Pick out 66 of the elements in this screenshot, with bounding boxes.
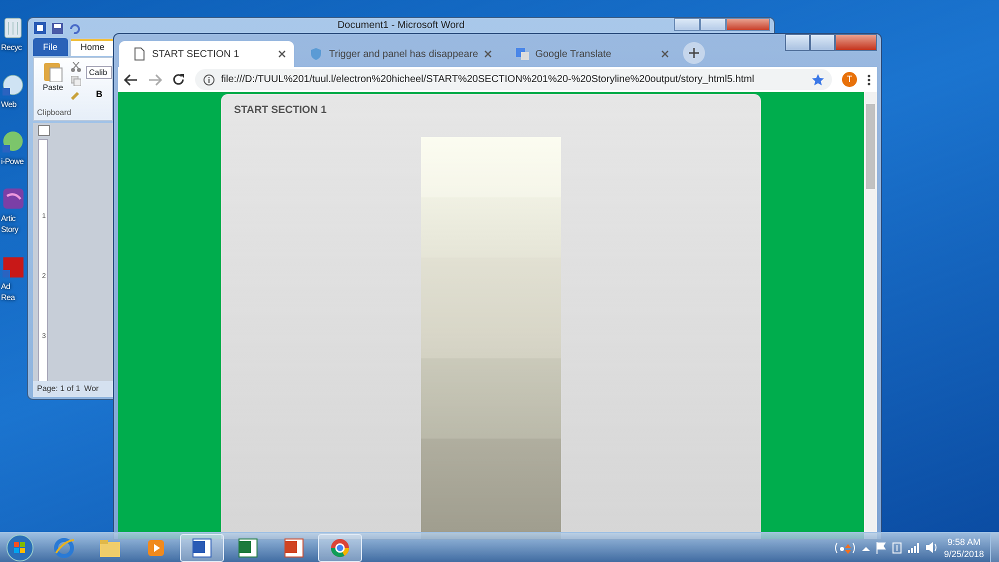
page-heading: START SECTION 1 (234, 103, 327, 118)
back-arrow-icon[interactable] (124, 74, 138, 86)
spreadsheet-icon (237, 536, 259, 558)
icon-label: Rea (1, 292, 15, 303)
icon-label: Web (1, 99, 16, 110)
minimize-button[interactable] (674, 18, 700, 31)
status-text: Wor (84, 383, 99, 395)
taskbar-button[interactable] (180, 534, 224, 562)
menu-icon[interactable] (867, 74, 871, 86)
icon-label: i-Powe (1, 156, 24, 167)
new-tab-button[interactable] (683, 42, 706, 64)
maximize-button[interactable] (810, 34, 835, 51)
ribbon-tab[interactable]: File (33, 38, 68, 56)
browser-tab[interactable]: START SECTION 1 (119, 41, 294, 67)
word-icon (191, 536, 213, 558)
speaker-icon[interactable] (926, 542, 938, 553)
info-icon (203, 74, 215, 86)
forward-arrow-icon[interactable] (148, 74, 162, 86)
clock[interactable]: 9:58 AM 9/25/2018 (944, 536, 984, 560)
close-icon[interactable] (278, 50, 286, 58)
network-icon[interactable] (834, 540, 856, 554)
scissors-icon[interactable] (71, 62, 81, 72)
signal-bars-icon[interactable] (908, 542, 920, 552)
scroll-thumb[interactable] (866, 104, 875, 189)
copy-icon[interactable] (71, 76, 81, 86)
address-bar[interactable]: file:///D:/TUUL%201/tuul.l/electron%20hicheel/START%20SECTION%201%20-%20Storyline%20output/story_html5.html (195, 69, 832, 90)
word-logo-icon (34, 22, 46, 34)
browser-tab[interactable]: Trigger and panel has disappeare (296, 41, 500, 67)
ribbon-tab[interactable]: Home (70, 38, 116, 56)
chrome-icon (329, 536, 351, 558)
window-title: Document1 - Microsoft Word (336, 20, 466, 31)
icon-label: Story (1, 224, 18, 235)
bold-button[interactable]: B (96, 88, 102, 102)
save-icon[interactable] (52, 22, 63, 34)
maximize-button[interactable] (700, 18, 726, 31)
browser-tab[interactable]: Google Translate (502, 41, 678, 67)
icon-label: Artic (1, 213, 16, 224)
shield-icon (310, 47, 323, 61)
close-button[interactable] (726, 18, 770, 31)
reload-icon[interactable] (172, 73, 185, 86)
brush-icon[interactable] (71, 90, 81, 100)
taskbar-button[interactable] (318, 534, 362, 562)
font-field[interactable]: Calib (86, 66, 112, 79)
chevron-up-icon[interactable] (862, 544, 870, 550)
power-icon[interactable] (892, 541, 902, 554)
plus-icon (689, 48, 700, 58)
flag-icon[interactable] (876, 542, 886, 554)
translate-icon (516, 47, 530, 61)
presentation-icon (283, 536, 305, 558)
page-icon (133, 47, 146, 61)
paste-button[interactable]: Paste (40, 60, 66, 94)
start-button[interactable] (5, 532, 35, 562)
icon-label: Ad (1, 281, 10, 292)
star-icon[interactable] (812, 74, 824, 86)
clipboard-icon (43, 60, 63, 82)
tab-stop-button[interactable] (38, 125, 50, 136)
status-text: Page: 1 of 1 (37, 383, 80, 395)
group-label: Clipboard (37, 107, 72, 119)
show-desktop-button[interactable] (990, 532, 999, 562)
minimize-button[interactable] (785, 34, 810, 51)
undo-icon[interactable] (69, 22, 81, 34)
browser-icon (53, 536, 75, 558)
close-button[interactable] (835, 34, 877, 51)
close-icon[interactable] (484, 50, 492, 58)
icon-label: Recyc (1, 42, 22, 53)
close-icon[interactable] (661, 50, 670, 58)
